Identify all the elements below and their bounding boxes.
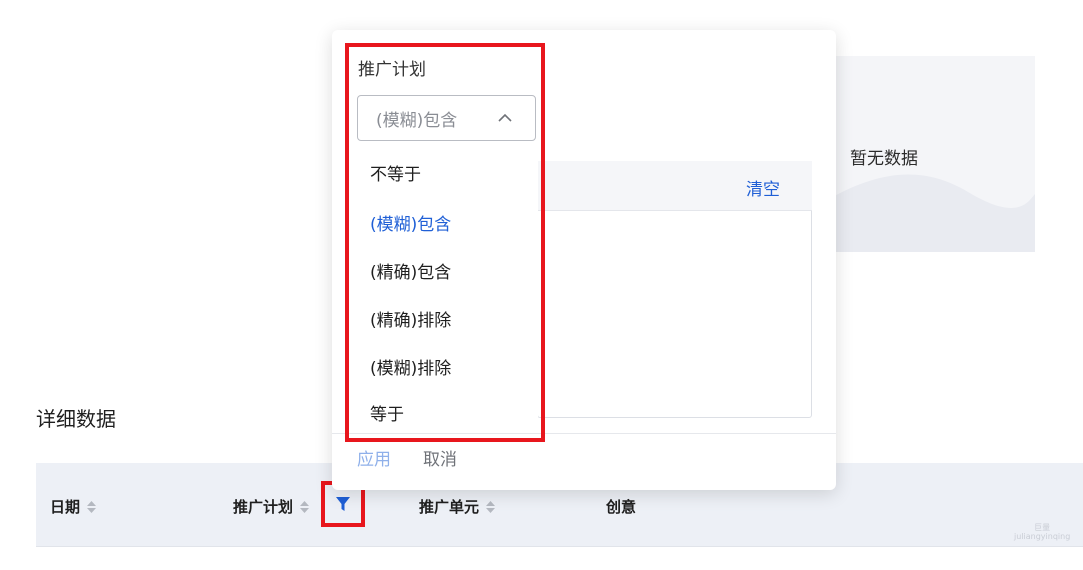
column-label: 日期 xyxy=(50,498,81,516)
option-exact-contains[interactable]: (精确)包含 xyxy=(370,258,451,283)
sort-icon[interactable] xyxy=(300,500,310,513)
cancel-button[interactable]: 取消 xyxy=(423,445,457,470)
match-type-dropdown xyxy=(357,143,538,435)
filter-field-label: 推广计划 xyxy=(358,60,426,80)
chevron-up-icon xyxy=(498,113,512,122)
watermark-line-1: 巨量 xyxy=(1034,523,1051,532)
column-label: 推广单元 xyxy=(419,498,480,516)
empty-wave-illustration xyxy=(808,174,1035,252)
filter-icon xyxy=(336,497,350,511)
empty-state-card xyxy=(808,56,1035,252)
option-fuzzy-exclude[interactable]: (模糊)排除 xyxy=(370,354,451,379)
option-fuzzy-contains[interactable]: (模糊)包含 xyxy=(370,210,451,235)
column-header-date[interactable]: 日期 xyxy=(50,496,97,517)
column-header-unit[interactable]: 推广单元 xyxy=(419,496,496,517)
sort-icon[interactable] xyxy=(486,500,496,513)
apply-button[interactable]: 应用 xyxy=(357,445,391,470)
option-equal[interactable]: 等于 xyxy=(370,400,404,425)
popover-footer-divider xyxy=(332,433,836,434)
column-header-campaign[interactable]: 推广计划 xyxy=(233,496,310,517)
column-header-creative: 创意 xyxy=(606,496,636,517)
watermark-line-2: juliangyinqing xyxy=(1014,532,1071,541)
section-title: 详细数据 xyxy=(36,407,116,431)
watermark: 巨量 juliangyinqing xyxy=(1014,523,1070,541)
match-type-select[interactable]: (模糊)包含 xyxy=(357,95,536,141)
option-not-equal[interactable]: 不等于 xyxy=(370,160,421,185)
select-value: (模糊)包含 xyxy=(376,110,458,131)
option-exact-exclude[interactable]: (精确)排除 xyxy=(370,306,451,331)
empty-state-text: 暂无数据 xyxy=(850,149,918,169)
column-label: 推广计划 xyxy=(233,498,294,516)
sort-icon[interactable] xyxy=(87,500,97,513)
clear-button[interactable]: 清空 xyxy=(746,175,780,200)
column-label: 创意 xyxy=(606,498,637,516)
